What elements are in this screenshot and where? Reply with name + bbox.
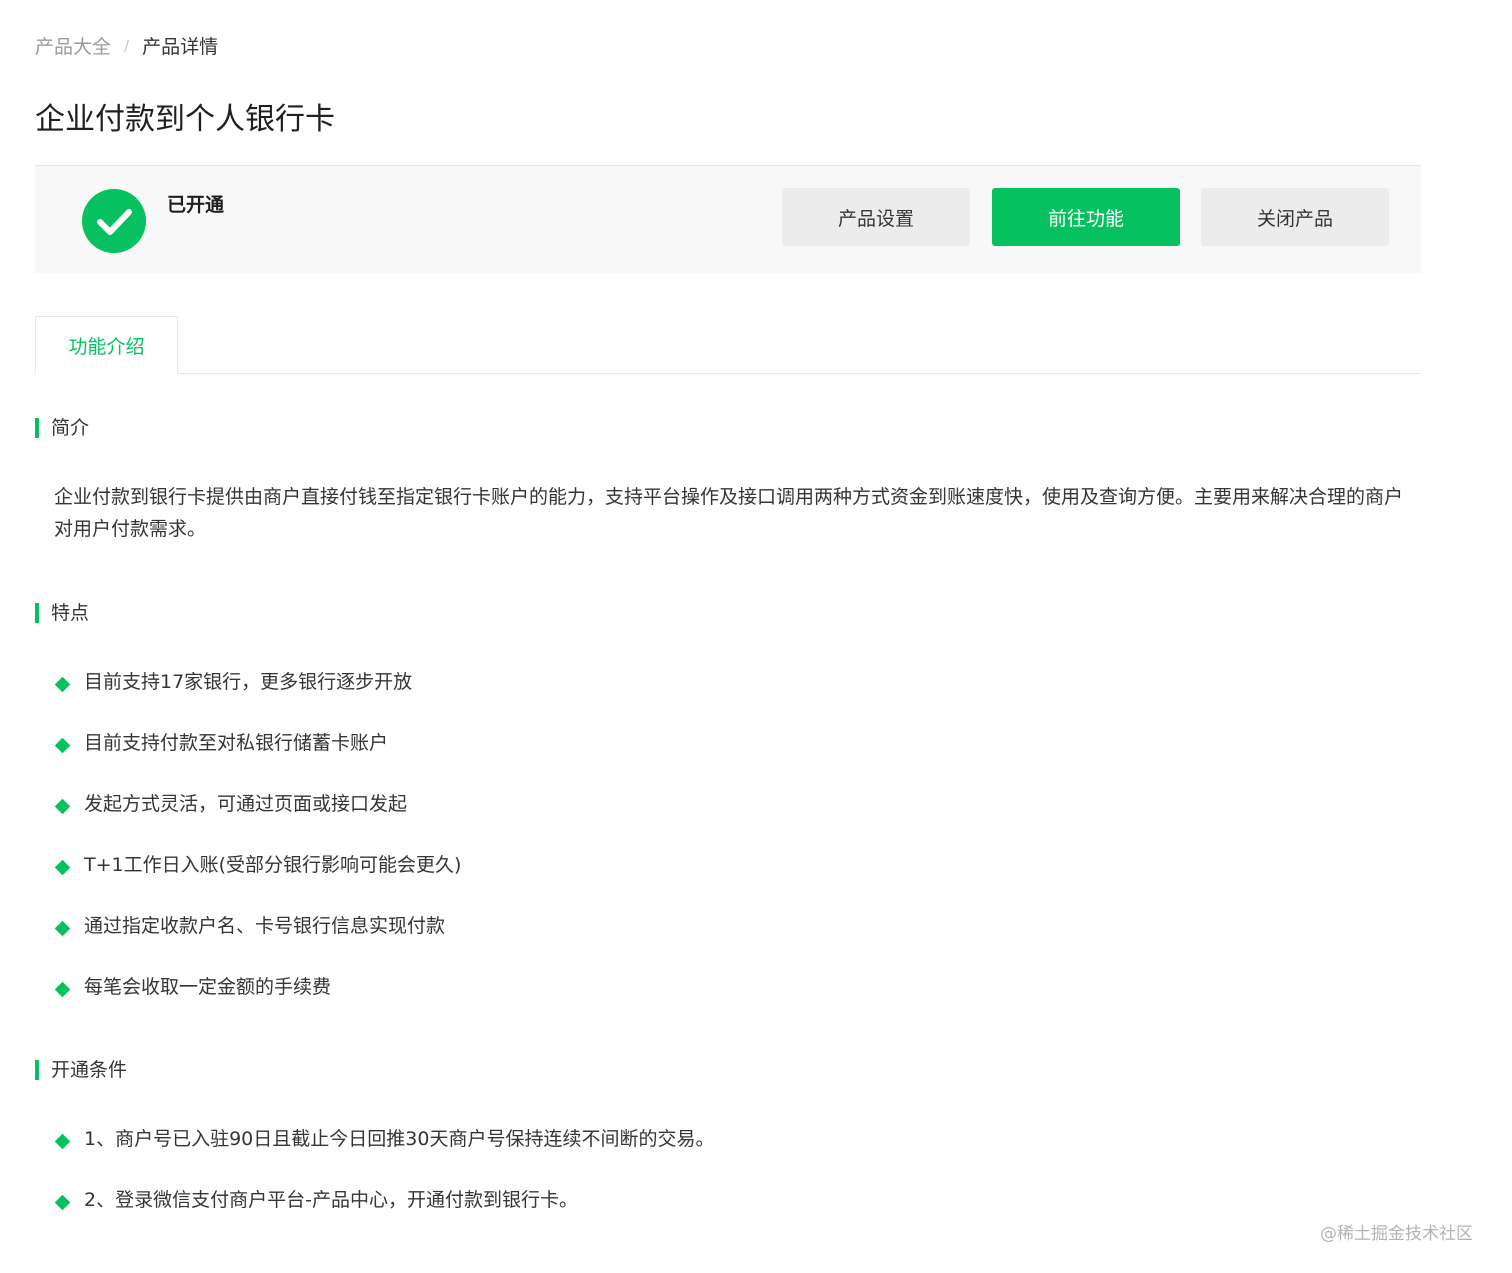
list-item-text: 目前支持付款至对私银行储蓄卡账户 (84, 732, 389, 754)
list-item-text: 每笔会收取一定金额的手续费 (84, 976, 332, 998)
page-title: 企业付款到个人银行卡 (35, 102, 335, 137)
product-settings-button[interactable]: 产品设置 (782, 188, 970, 246)
diamond-bullet-icon (54, 676, 71, 693)
tab-bar: 功能介绍 (35, 316, 1421, 374)
list-item: 1、商户号已入驻90日且截止今日回推30天商户号保持连续不间断的交易。 (54, 1124, 714, 1185)
section-title-intro: 简介 (35, 417, 89, 439)
product-detail-page: 产品大全 / 产品详情 企业付款到个人银行卡 已开通 产品设置 前往功能 关闭产… (0, 0, 1512, 1273)
conditions-list: 1、商户号已入驻90日且截止今日回推30天商户号保持连续不间断的交易。 2、登录… (54, 1124, 714, 1246)
list-item: T+1工作日入账(受部分银行影响可能会更久) (54, 850, 461, 911)
list-item-text: 通过指定收款户名、卡号银行信息实现付款 (84, 915, 446, 937)
list-item-text: 2、登录微信支付商户平台-产品中心，开通付款到银行卡。 (84, 1189, 578, 1211)
close-product-button[interactable]: 关闭产品 (1201, 188, 1389, 246)
list-item: 通过指定收款户名、卡号银行信息实现付款 (54, 911, 461, 972)
status-panel: 已开通 产品设置 前往功能 关闭产品 (35, 165, 1421, 273)
breadcrumb-link-products[interactable]: 产品大全 (35, 32, 111, 59)
diamond-bullet-icon (54, 859, 71, 876)
list-item-text: T+1工作日入账(受部分银行影响可能会更久) (84, 854, 462, 876)
list-item-text: 1、商户号已入驻90日且截止今日回推30天商户号保持连续不间断的交易。 (84, 1128, 715, 1150)
check-circle-icon (82, 189, 146, 253)
diamond-bullet-icon (54, 798, 71, 815)
diamond-bullet-icon (54, 1194, 71, 1211)
list-item-text: 发起方式灵活，可通过页面或接口发起 (84, 793, 408, 815)
status-text: 已开通 (167, 194, 225, 216)
diamond-bullet-icon (54, 1133, 71, 1150)
breadcrumb-separator: / (124, 36, 130, 55)
list-item: 发起方式灵活，可通过页面或接口发起 (54, 789, 461, 850)
section-title-conditions: 开通条件 (35, 1059, 127, 1081)
breadcrumb: 产品大全 / 产品详情 (35, 32, 218, 59)
list-item: 目前支持17家银行，更多银行逐步开放 (54, 667, 461, 728)
tab-feature-intro[interactable]: 功能介绍 (35, 316, 178, 374)
list-item: 目前支持付款至对私银行储蓄卡账户 (54, 728, 461, 789)
list-item-text: 目前支持17家银行，更多银行逐步开放 (84, 671, 413, 693)
diamond-bullet-icon (54, 737, 71, 754)
features-list: 目前支持17家银行，更多银行逐步开放 目前支持付款至对私银行储蓄卡账户 发起方式… (54, 667, 461, 1033)
section-title-features: 特点 (35, 602, 89, 624)
list-item: 2、登录微信支付商户平台-产品中心，开通付款到银行卡。 (54, 1185, 714, 1246)
watermark: @稀土掘金技术社区 (1320, 1224, 1473, 1244)
list-item: 每笔会收取一定金额的手续费 (54, 972, 461, 1033)
diamond-bullet-icon (54, 920, 71, 937)
breadcrumb-current: 产品详情 (142, 36, 219, 58)
goto-function-button[interactable]: 前往功能 (992, 188, 1180, 246)
intro-text: 企业付款到银行卡提供由商户直接付钱至指定银行卡账户的能力，支持平台操作及接口调用… (54, 486, 1404, 540)
diamond-bullet-icon (54, 981, 71, 998)
